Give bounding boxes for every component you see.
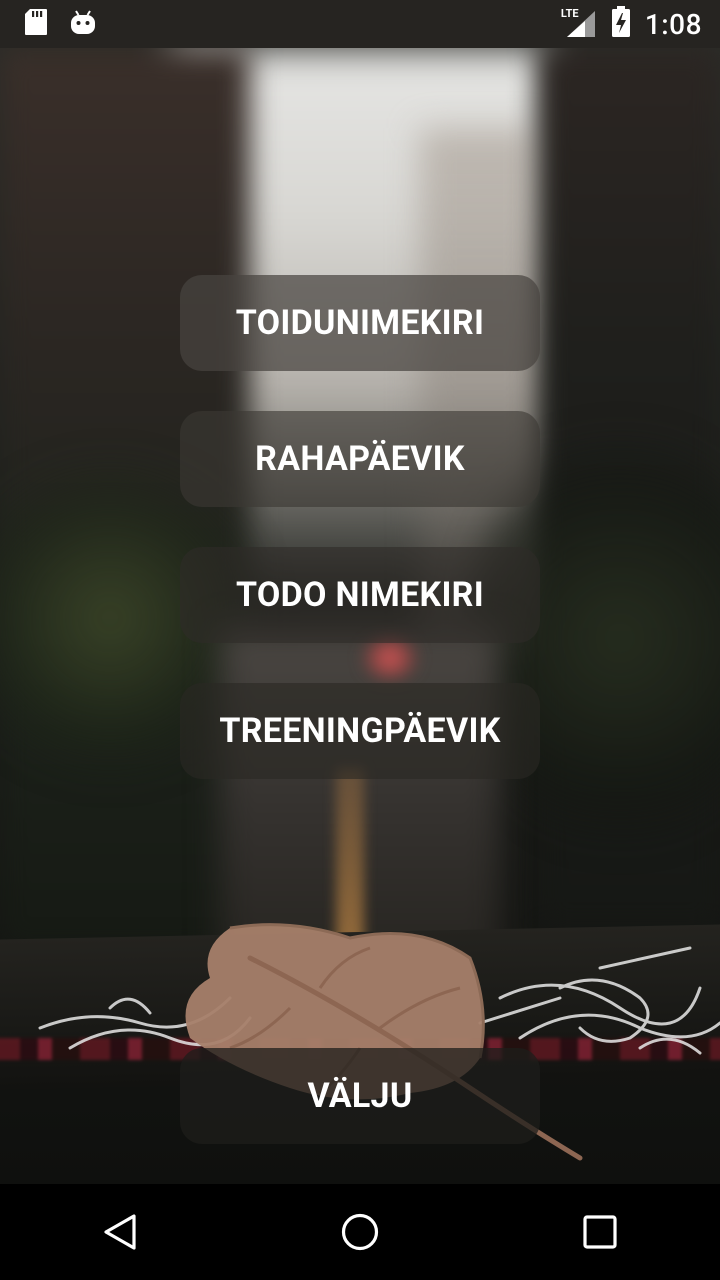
recents-icon[interactable] [560, 1192, 640, 1272]
menu-button-treeningpaevik[interactable]: TREENINGPÄEVIK [180, 683, 540, 779]
menu-button-rahapaevik[interactable]: RAHAPÄEVIK [180, 411, 540, 507]
status-bar: LTE 1:08 [0, 0, 720, 48]
clock: 1:08 [644, 7, 702, 41]
bg-traffic-light [360, 638, 420, 678]
navigation-bar [0, 1184, 720, 1280]
android-debug-icon [70, 9, 96, 39]
battery-charging-icon [611, 6, 631, 42]
back-icon[interactable] [80, 1192, 160, 1272]
exit-button[interactable]: VÄLJU [180, 1048, 540, 1144]
signal-icon: LTE [559, 7, 597, 39]
sd-card-icon [24, 8, 48, 40]
app-screen: LTE 1:08 TOIDUNIMEKIRI RAHAPÄEVIK TODO N… [0, 0, 720, 1280]
home-icon[interactable] [320, 1192, 400, 1272]
menu-button-todo-nimekiri[interactable]: TODO NIMEKIRI [180, 547, 540, 643]
menu-button-toidunimekiri[interactable]: TOIDUNIMEKIRI [180, 275, 540, 371]
